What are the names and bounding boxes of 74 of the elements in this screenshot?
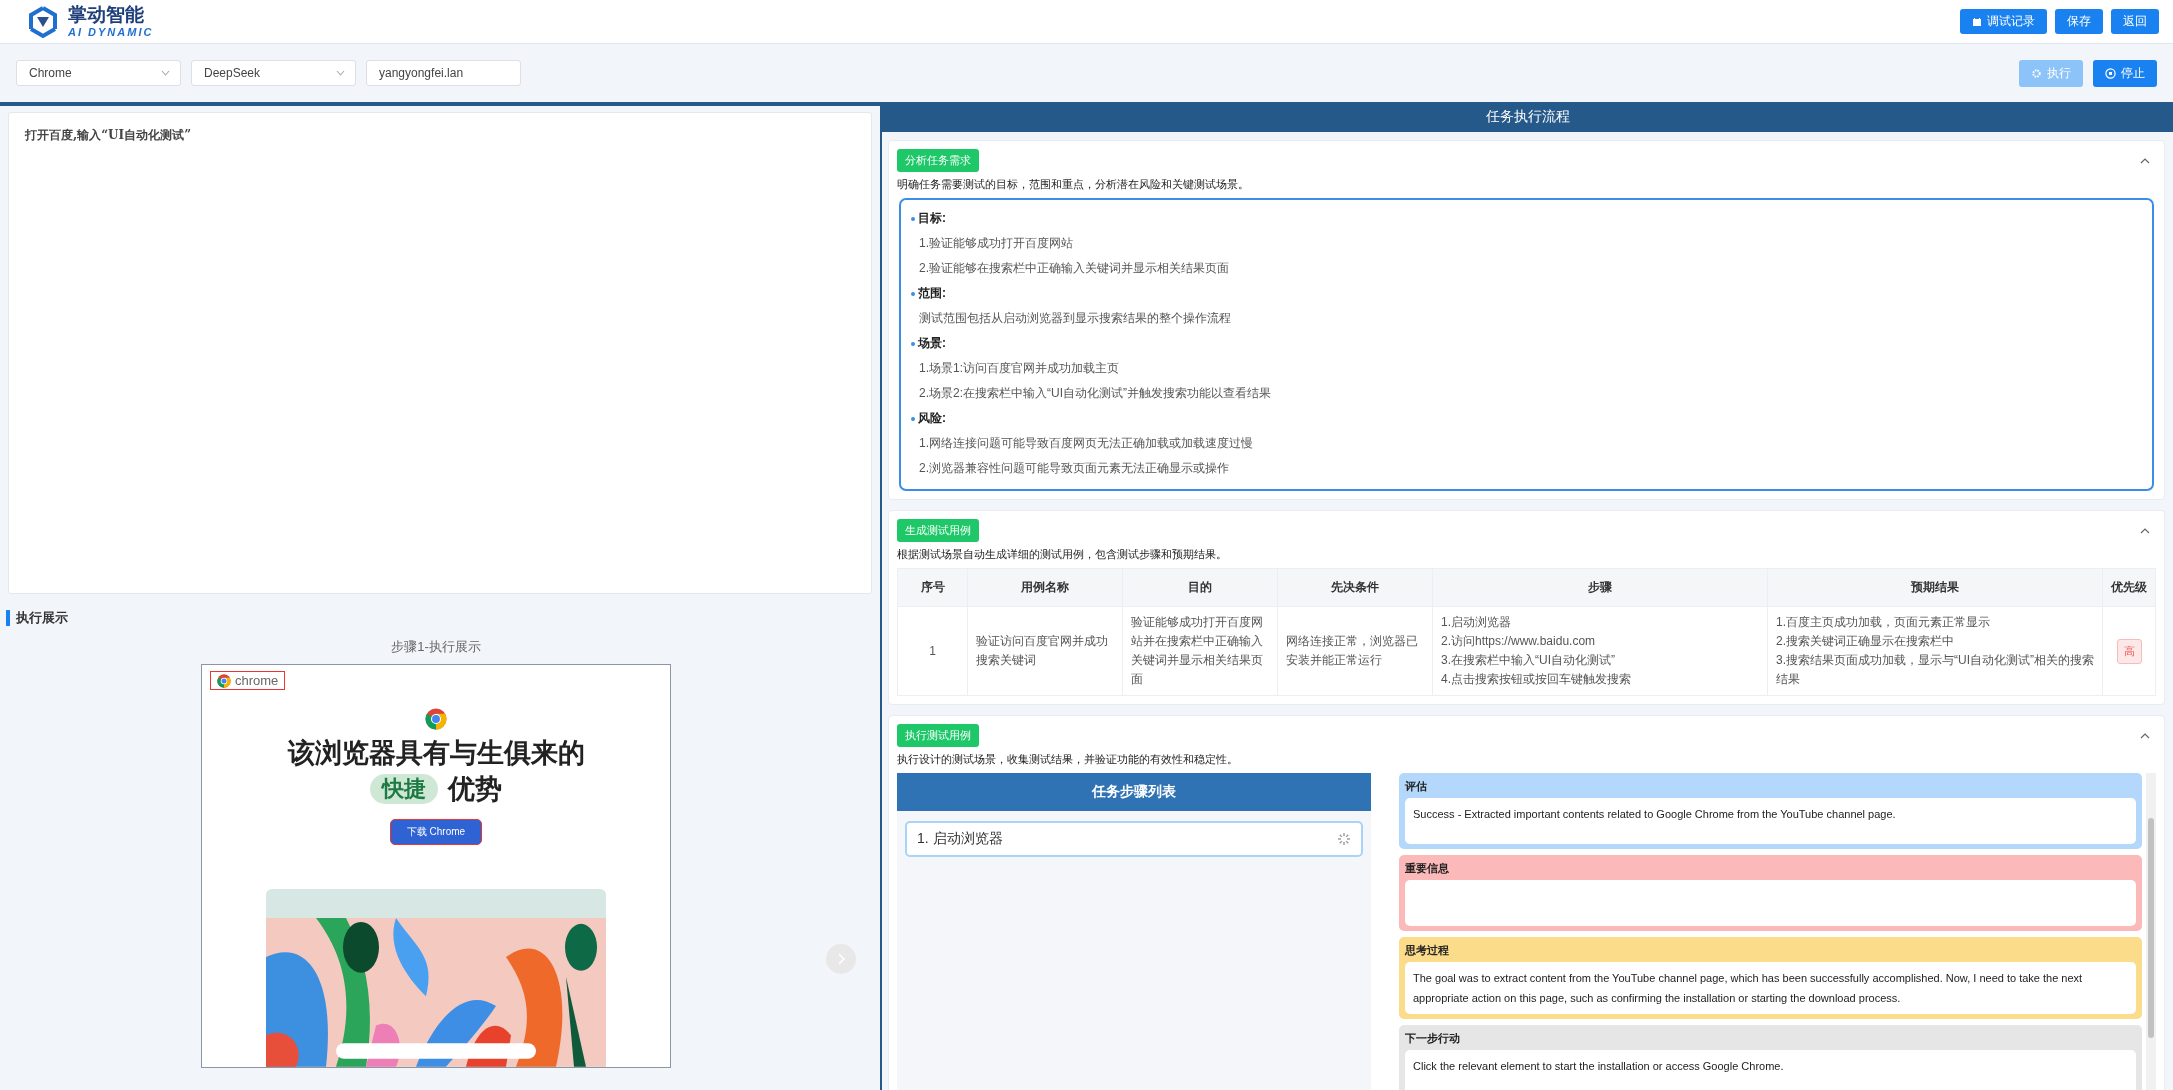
step-item[interactable]: 1. 启动浏览器	[905, 821, 1363, 857]
bullet-icon	[911, 216, 915, 221]
group-item: 1.验证能够成功打开百度网站	[919, 235, 1074, 252]
table-cell: 网络连接正常，浏览器已安装并能正常运行	[1277, 606, 1433, 696]
bullet-icon	[911, 416, 915, 421]
column-header: 先决条件	[1277, 568, 1433, 607]
table-cell: 验证访问百度官网并成功搜索关键词	[967, 606, 1123, 696]
group-title: 风险:	[918, 410, 946, 427]
chrome-logo-icon	[217, 673, 231, 688]
prompt-textarea[interactable]: 打开百度,输入“UI自动化测试”	[8, 112, 872, 594]
group-title: 范围:	[918, 285, 946, 302]
group-item: 2.验证能够在搜索栏中正确输入关键词并显示相关结果页面	[919, 260, 1230, 277]
user-field[interactable]: yangyongfei.lan	[366, 60, 521, 86]
collapse-icon[interactable]	[2140, 732, 2150, 739]
group-item: 1.场景1:访问百度官网并成功加载主页	[919, 360, 1120, 377]
panel-text: Success - Extracted important contents related to Google Chrome from the YouTube channel page.	[1405, 798, 2136, 844]
scrollbar[interactable]	[2146, 773, 2156, 1090]
table-cell: 1	[897, 606, 968, 696]
logo-subtitle: AI DYNAMIC	[68, 27, 154, 38]
bullet-icon	[911, 291, 915, 296]
column-header: 预期结果	[1767, 568, 2103, 607]
header-button[interactable]: 调试记录	[1960, 9, 2047, 34]
panel-title: 思考过程	[1405, 943, 1450, 958]
section-title: 执行展示	[6, 610, 68, 626]
section-tag: 分析任务需求	[897, 149, 979, 172]
header-button[interactable]: 返回	[2111, 9, 2159, 34]
column-header: 目的	[1122, 568, 1278, 607]
table-cell: 1.启动浏览器 2.访问https://www.baidu.com 3.在搜索栏中输入“UI自动化测试” 4.点击搜索按钮或按回车键触发搜索	[1432, 606, 1768, 696]
section-description: 根据测试场景自动生成详细的测试用例，包含测试步骤和预期结果。	[897, 547, 1228, 562]
group-item: 测试范围包括从启动浏览器到显示搜索结果的整个操作流程	[919, 310, 1232, 327]
group-item: 2.场景2:在搜索栏中输入“UI自动化测试”并触发搜索功能以查看结果	[919, 385, 1272, 402]
group-title: 目标:	[918, 210, 946, 227]
table-cell: 1.百度主页成功加载，页面元素正常显示 2.搜索关键词正确显示在搜索栏中 3.搜索结果页面成功加载，显示与“UI自动化测试”相关的搜索结果	[1767, 606, 2103, 696]
stop-button[interactable]: 停止	[2093, 59, 2157, 87]
step-label: 1. 启动浏览器	[917, 830, 1003, 848]
panel-title: 评估	[1405, 779, 1428, 794]
browser-select[interactable]: Chrome	[16, 60, 181, 86]
group-item: 2.浏览器兼容性问题可能导致页面元素无法正确显示或操作	[919, 460, 1230, 477]
section-description: 执行设计的测试场景，收集测试结果，并验证功能的有效性和稳定性。	[897, 752, 1239, 767]
section-tag: 生成测试用例	[897, 519, 979, 542]
group-title: 场景:	[918, 335, 946, 352]
panel-text: The goal was to extract content from the YouTube channel page, which has been successfully accomplished. Now, I need to take the next appropriate action on this page, such as confirming the installation or starting the download process.	[1405, 962, 2136, 1014]
step-list-title: 任务步骤列表	[897, 773, 1371, 811]
section-description: 明确任务需要测试的目标，范围和重点，分析潜在风险和关键测试场景。	[897, 177, 1250, 192]
bullet-icon	[911, 341, 915, 346]
caret-icon	[161, 70, 170, 76]
panel-title: 下一步行动	[1405, 1031, 1461, 1046]
table-cell: 验证能够成功打开百度网站并在搜索栏中正确输入关键词并显示相关结果页面	[1122, 606, 1278, 696]
column-header: 优先级	[2102, 568, 2156, 607]
header-button[interactable]: 保存	[2055, 9, 2103, 34]
chrome-wordmark: chrome	[235, 673, 279, 688]
headline: 该浏览器具有与生俱来的	[287, 737, 585, 770]
model-select[interactable]: DeepSeek	[191, 60, 356, 86]
column-header: 步骤	[1432, 568, 1768, 607]
headline: 优势	[448, 773, 502, 806]
stop-icon	[2105, 67, 2116, 79]
collapse-icon[interactable]	[2140, 157, 2150, 164]
column-header: 序号	[897, 568, 968, 607]
group-item: 1.网络连接问题可能导致百度网页无法正确加载或加载速度过慢	[919, 435, 1254, 452]
panel-header: 任务执行流程	[882, 102, 2173, 132]
column-header: 用例名称	[967, 568, 1123, 607]
step-caption: 步骤1-执行展示	[391, 638, 481, 656]
logo-title: 掌动智能	[68, 5, 145, 24]
panel-title: 重要信息	[1405, 861, 1450, 876]
priority-badge: 高	[2116, 638, 2142, 664]
feature-pill: 快捷	[370, 774, 438, 804]
collapse-icon[interactable]	[2140, 527, 2150, 534]
panel-text: Click the relevant element to start the installation or access Google Chrome.	[1405, 1050, 2136, 1090]
calendar-icon	[1972, 16, 1982, 27]
section-tag: 执行测试用例	[897, 724, 979, 747]
caret-icon	[336, 70, 345, 76]
chrome-logo-icon	[425, 708, 447, 730]
gear-icon	[2031, 67, 2042, 79]
logo-icon	[26, 4, 60, 39]
